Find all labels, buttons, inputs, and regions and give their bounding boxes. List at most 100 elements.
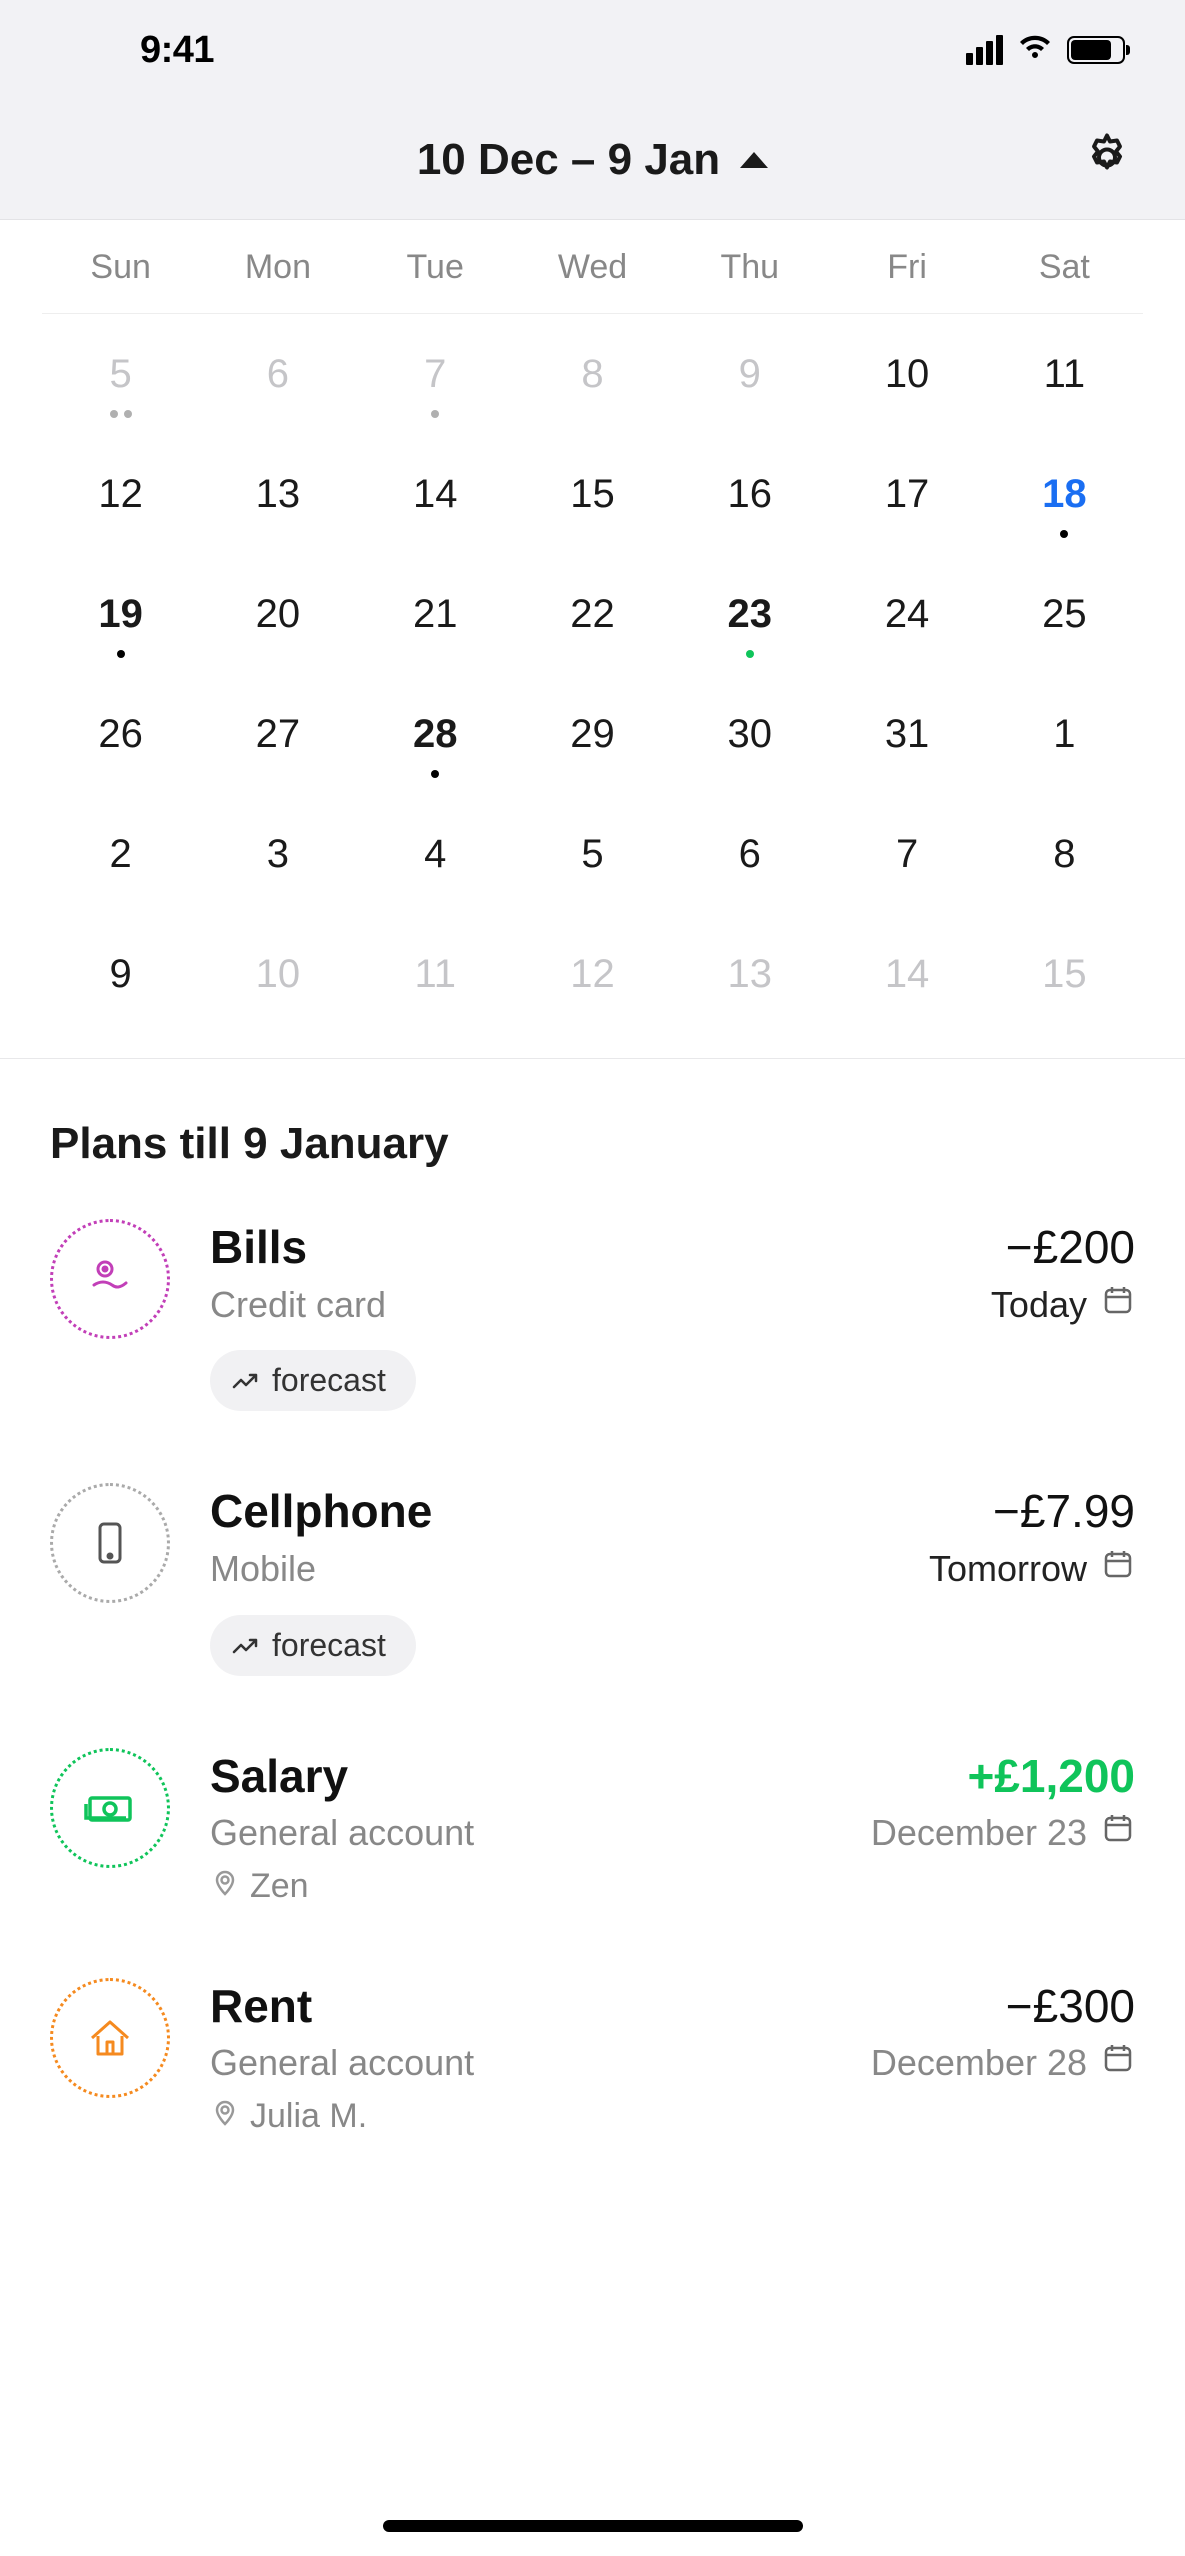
weekday-label: Sat bbox=[986, 248, 1143, 287]
calendar-day[interactable]: 18 bbox=[986, 472, 1143, 517]
plans-title: Plans till 9 January bbox=[50, 1119, 1135, 1169]
plan-amount: +£1,200 bbox=[871, 1748, 1135, 1806]
calendar-day[interactable]: 17 bbox=[828, 472, 985, 517]
plan-date: Today bbox=[991, 1277, 1135, 1333]
plans-section: Plans till 9 January BillsCredit cardfor… bbox=[0, 1059, 1185, 2136]
calendar-day[interactable]: 14 bbox=[828, 952, 985, 997]
wifi-icon bbox=[1017, 34, 1053, 67]
calendar-day[interactable]: 13 bbox=[671, 952, 828, 997]
calendar-day[interactable]: 23 bbox=[671, 592, 828, 637]
plan-date: December 28 bbox=[871, 2035, 1135, 2091]
plan-title: Salary bbox=[210, 1748, 474, 1806]
calendar-day[interactable]: 11 bbox=[357, 952, 514, 997]
calendar-day[interactable]: 9 bbox=[42, 952, 199, 997]
calendar-day[interactable]: 24 bbox=[828, 592, 985, 637]
trend-icon bbox=[232, 1362, 260, 1399]
plan-payee: Julia M. bbox=[210, 2097, 474, 2136]
calendar-day[interactable]: 6 bbox=[199, 352, 356, 397]
calendar-day[interactable]: 20 bbox=[199, 592, 356, 637]
calendar-row: 567891011 bbox=[42, 314, 1143, 434]
calendar-day[interactable]: 8 bbox=[514, 352, 671, 397]
plan-subtitle: General account bbox=[210, 1805, 474, 1861]
status-bar: 9:41 bbox=[0, 0, 1185, 100]
settings-button[interactable] bbox=[1079, 129, 1135, 190]
calendar-day[interactable]: 12 bbox=[42, 472, 199, 517]
weekday-label: Tue bbox=[357, 248, 514, 287]
plan-amount: −£7.99 bbox=[929, 1483, 1135, 1541]
forecast-chip: forecast bbox=[210, 1615, 416, 1676]
plan-item[interactable]: RentGeneral accountJulia M.−£300December… bbox=[50, 1978, 1135, 2136]
calendar-day[interactable]: 22 bbox=[514, 592, 671, 637]
plan-payee: Zen bbox=[210, 1867, 474, 1906]
calendar-day[interactable]: 1 bbox=[986, 712, 1143, 757]
calendar-day[interactable]: 19 bbox=[42, 592, 199, 637]
pin-icon bbox=[210, 1867, 240, 1906]
chevron-up-icon bbox=[740, 152, 768, 168]
pin-icon bbox=[210, 2097, 240, 2136]
plan-subtitle: Credit card bbox=[210, 1277, 416, 1333]
status-time: 9:41 bbox=[140, 29, 214, 72]
plan-title: Cellphone bbox=[210, 1483, 432, 1541]
plan-amount: −£200 bbox=[991, 1219, 1135, 1277]
calendar-day[interactable]: 30 bbox=[671, 712, 828, 757]
cellular-icon bbox=[966, 35, 1003, 65]
plan-title: Rent bbox=[210, 1978, 474, 2036]
calendar-day[interactable]: 10 bbox=[828, 352, 985, 397]
calendar-day[interactable]: 31 bbox=[828, 712, 985, 757]
plan-item[interactable]: BillsCredit cardforecast−£200Today bbox=[50, 1219, 1135, 1411]
calendar-icon bbox=[1101, 1277, 1135, 1333]
calendar-row: 12131415161718 bbox=[42, 434, 1143, 554]
calendar-day[interactable]: 25 bbox=[986, 592, 1143, 637]
calendar-day[interactable]: 7 bbox=[828, 832, 985, 877]
plan-item[interactable]: SalaryGeneral account Zen +£1,200December … bbox=[50, 1748, 1135, 1906]
date-range-label: 10 Dec – 9 Jan bbox=[417, 135, 720, 185]
plan-date: December 23 bbox=[871, 1805, 1135, 1861]
calendar-day[interactable]: 11 bbox=[986, 352, 1143, 397]
bills-icon bbox=[50, 1219, 170, 1339]
calendar-day[interactable]: 4 bbox=[357, 832, 514, 877]
plan-date: Tomorrow bbox=[929, 1541, 1135, 1597]
home-icon bbox=[50, 1978, 170, 2098]
weekday-label: Fri bbox=[828, 248, 985, 287]
calendar-day[interactable]: 7 bbox=[357, 352, 514, 397]
calendar-day[interactable]: 3 bbox=[199, 832, 356, 877]
header: 10 Dec – 9 Jan bbox=[0, 100, 1185, 220]
weekday-label: Thu bbox=[671, 248, 828, 287]
calendar-day[interactable]: 26 bbox=[42, 712, 199, 757]
plans-list: BillsCredit cardforecast−£200TodayCellph… bbox=[50, 1219, 1135, 2136]
calendar-day[interactable]: 5 bbox=[42, 352, 199, 397]
gear-icon bbox=[1079, 129, 1135, 185]
calendar-day[interactable]: 15 bbox=[986, 952, 1143, 997]
plan-item[interactable]: CellphoneMobile forecast −£7.99Tomorrow bbox=[50, 1483, 1135, 1675]
date-range-button[interactable]: 10 Dec – 9 Jan bbox=[417, 135, 768, 185]
calendar-day[interactable]: 2 bbox=[42, 832, 199, 877]
calendar-day[interactable]: 6 bbox=[671, 832, 828, 877]
plan-title: Bills bbox=[210, 1219, 416, 1277]
calendar-day[interactable]: 14 bbox=[357, 472, 514, 517]
calendar-day[interactable]: 5 bbox=[514, 832, 671, 877]
calendar-day[interactable]: 28 bbox=[357, 712, 514, 757]
calendar-day[interactable]: 15 bbox=[514, 472, 671, 517]
calendar-row: 2345678 bbox=[42, 794, 1143, 914]
calendar-row: 19202122232425 bbox=[42, 554, 1143, 674]
calendar-row: 9101112131415 bbox=[42, 914, 1143, 1034]
calendar-day[interactable]: 8 bbox=[986, 832, 1143, 877]
plan-subtitle: Mobile bbox=[210, 1541, 432, 1597]
calendar-day[interactable]: 21 bbox=[357, 592, 514, 637]
calendar-day[interactable]: 13 bbox=[199, 472, 356, 517]
calendar-day[interactable]: 10 bbox=[199, 952, 356, 997]
calendar-day[interactable]: 16 bbox=[671, 472, 828, 517]
calendar-icon bbox=[1101, 1805, 1135, 1861]
calendar-day[interactable]: 12 bbox=[514, 952, 671, 997]
plan-subtitle: General account bbox=[210, 2035, 474, 2091]
calendar-day[interactable]: 29 bbox=[514, 712, 671, 757]
weekday-label: Sun bbox=[42, 248, 199, 287]
status-indicators bbox=[966, 34, 1125, 67]
weekday-label: Wed bbox=[514, 248, 671, 287]
calendar-icon bbox=[1101, 2035, 1135, 2091]
calendar-icon bbox=[1101, 1541, 1135, 1597]
battery-icon bbox=[1067, 36, 1125, 64]
calendar-row: 2627282930311 bbox=[42, 674, 1143, 794]
calendar-day[interactable]: 9 bbox=[671, 352, 828, 397]
calendar-day[interactable]: 27 bbox=[199, 712, 356, 757]
